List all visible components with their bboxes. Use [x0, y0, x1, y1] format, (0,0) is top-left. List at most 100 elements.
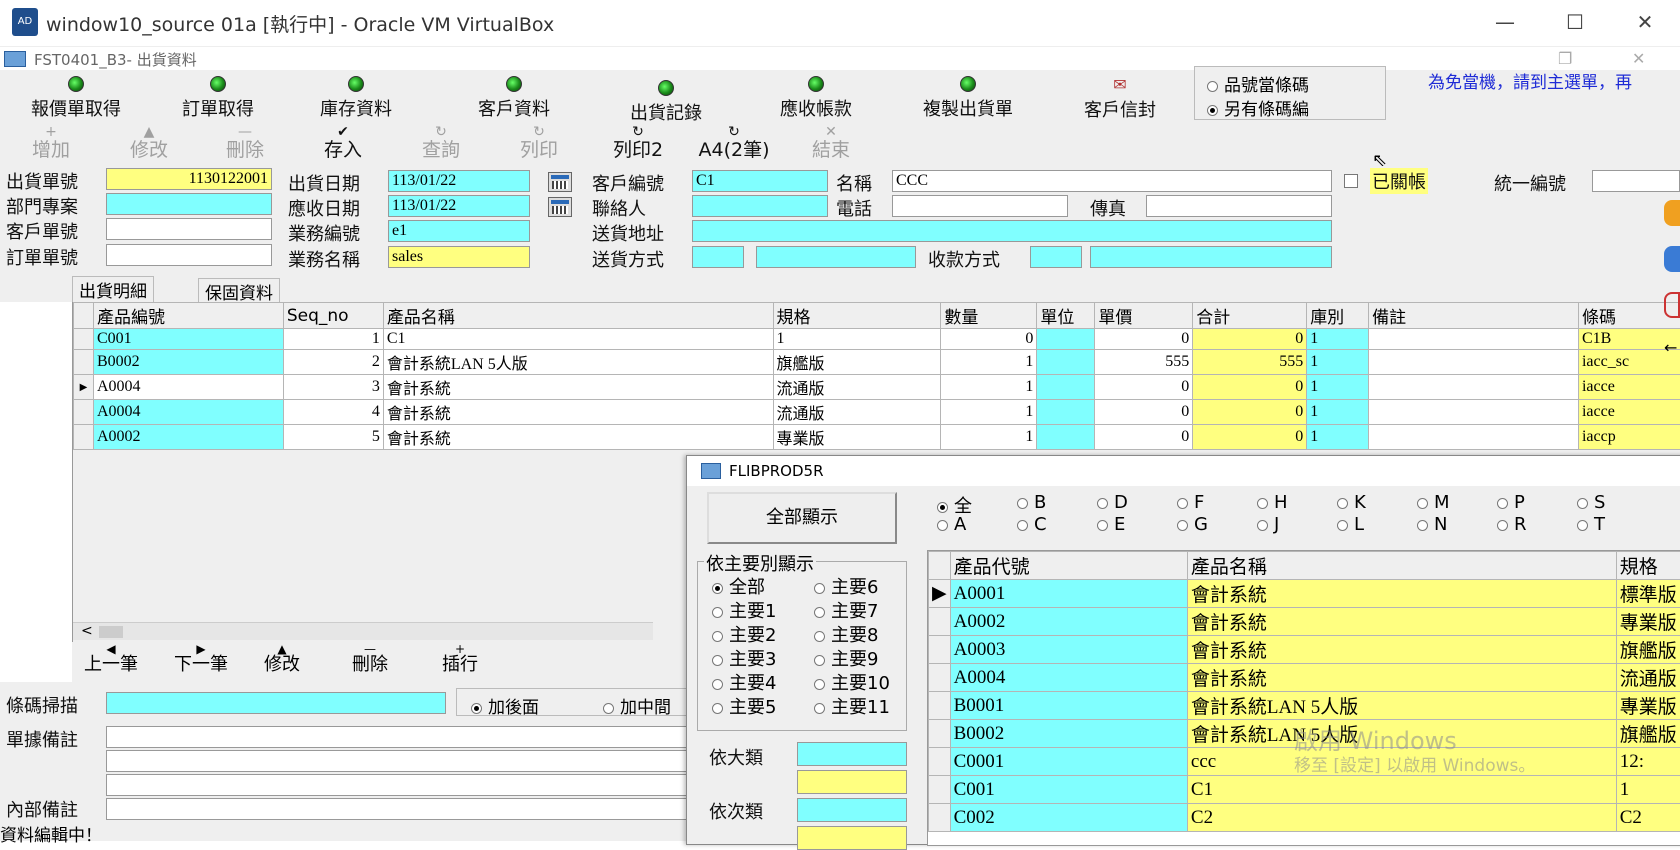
main-option-1[interactable]: 主要1: [712, 600, 776, 624]
name-field[interactable]: CCC: [892, 170, 1332, 192]
customer-envelope-button[interactable]: ✉客戶信封: [1070, 74, 1170, 120]
letter-option[interactable]: D: [1097, 492, 1128, 513]
current-row-icon[interactable]: ▶: [929, 580, 951, 608]
table-cell[interactable]: A0003: [950, 636, 1187, 664]
phone-field[interactable]: [892, 195, 1068, 217]
col-header[interactable]: 合計: [1193, 303, 1307, 329]
list-item[interactable]: A0003會計系統旗艦版: [929, 636, 1680, 664]
table-cell[interactable]: C2: [1616, 804, 1680, 832]
table-row[interactable]: ▶A00043會計系統流通版1001iacce: [74, 375, 1680, 400]
letter-option[interactable]: S: [1577, 492, 1605, 513]
add-button[interactable]: +增加: [26, 124, 76, 160]
edit-button[interactable]: ▲修改: [122, 124, 176, 160]
stock-data-button[interactable]: 庫存資料: [306, 74, 406, 120]
table-cell[interactable]: 2: [283, 350, 383, 375]
table-cell[interactable]: 會計系統: [383, 400, 773, 425]
letter-option[interactable]: K: [1337, 492, 1366, 513]
doc-note-field-2[interactable]: [106, 750, 700, 772]
table-cell[interactable]: 1: [1307, 375, 1369, 400]
edit-row-button[interactable]: ▲修改: [256, 642, 308, 674]
table-cell[interactable]: A0001: [950, 580, 1187, 608]
order-no-field[interactable]: [106, 244, 272, 266]
minimize-icon[interactable]: —: [1480, 6, 1530, 38]
dept-field[interactable]: [106, 193, 272, 215]
table-cell[interactable]: 旗艦版: [1616, 636, 1680, 664]
table-cell[interactable]: 5: [283, 425, 383, 450]
horizontal-scrollbar[interactable]: <: [73, 622, 653, 640]
table-cell[interactable]: B0002: [93, 350, 283, 375]
scroll-thumb[interactable]: [99, 626, 123, 638]
main-option-9[interactable]: 主要9: [814, 648, 906, 672]
copy-shipment-button[interactable]: 複製出貨單: [908, 74, 1028, 120]
show-all-button[interactable]: 全部顯示: [707, 492, 897, 544]
table-cell[interactable]: B0001: [950, 692, 1187, 720]
table-cell[interactable]: iaccp: [1578, 425, 1680, 450]
table-cell[interactable]: [1369, 375, 1579, 400]
user-icon[interactable]: [1664, 246, 1680, 272]
letter-option[interactable]: N: [1417, 514, 1447, 535]
internal-note-field[interactable]: [106, 798, 700, 820]
table-cell[interactable]: A0004: [950, 664, 1187, 692]
table-cell[interactable]: [1037, 329, 1095, 350]
col-header[interactable]: 規格: [773, 303, 941, 329]
table-cell[interactable]: 1: [941, 400, 1037, 425]
big-category-field[interactable]: [797, 742, 907, 766]
main-option-11[interactable]: 主要11: [814, 696, 906, 720]
insert-row-button[interactable]: +插行: [434, 642, 486, 674]
letter-option[interactable]: R: [1497, 514, 1527, 535]
table-cell[interactable]: C002: [950, 804, 1187, 832]
main-option-8[interactable]: 主要8: [814, 624, 906, 648]
quote-fetch-button[interactable]: 報價單取得: [16, 74, 136, 120]
list-item[interactable]: C001C11: [929, 776, 1680, 804]
letter-option[interactable]: M: [1417, 492, 1450, 513]
pay-method-code-field[interactable]: [1030, 246, 1082, 268]
main-option-2[interactable]: 主要2: [712, 624, 776, 648]
table-cell[interactable]: [1037, 400, 1095, 425]
list-item[interactable]: A0004會計系統流通版: [929, 664, 1680, 692]
main-option-all[interactable]: 全部: [712, 576, 776, 600]
col-header[interactable]: 產品編號: [93, 303, 283, 329]
table-cell[interactable]: 1: [1616, 776, 1680, 804]
query-button[interactable]: ↻查詢: [414, 124, 468, 160]
row-indicator[interactable]: [929, 608, 951, 636]
table-cell[interactable]: 0: [1193, 375, 1307, 400]
table-cell[interactable]: 0: [1095, 375, 1193, 400]
table-cell[interactable]: 流通版: [773, 400, 941, 425]
table-cell[interactable]: 會計系統LAN 5人版: [383, 350, 773, 375]
pay-method-name-field[interactable]: [1090, 246, 1332, 268]
table-cell[interactable]: 1: [941, 350, 1037, 375]
row-indicator[interactable]: [929, 804, 951, 832]
table-cell[interactable]: 會計系統: [1187, 636, 1616, 664]
table-cell[interactable]: A0002: [93, 425, 283, 450]
table-cell[interactable]: 0: [941, 329, 1037, 350]
list-item[interactable]: A0002會計系統專業版: [929, 608, 1680, 636]
table-cell[interactable]: 專業版: [1616, 608, 1680, 636]
main-option-3[interactable]: 主要3: [712, 648, 776, 672]
row-indicator[interactable]: [929, 664, 951, 692]
shipping-record-button[interactable]: 出貨記錄: [616, 78, 716, 124]
barcode-option-separate[interactable]: 另有條碼編: [1207, 95, 1309, 120]
record-icon[interactable]: [1664, 292, 1680, 318]
table-cell[interactable]: [1037, 350, 1095, 375]
cust-no-field[interactable]: C1: [692, 170, 828, 192]
contact-field[interactable]: [692, 195, 828, 217]
row-indicator[interactable]: [74, 400, 94, 425]
table-cell[interactable]: 0: [1095, 329, 1193, 350]
table-cell[interactable]: [1369, 329, 1579, 350]
table-cell[interactable]: 會計系統: [1187, 608, 1616, 636]
big-category-name-field[interactable]: [797, 770, 907, 794]
table-cell[interactable]: 會計系統: [383, 375, 773, 400]
calendar-icon[interactable]: [548, 197, 572, 217]
prev-record-button[interactable]: ◀上一筆: [76, 642, 146, 674]
table-cell[interactable]: A0002: [950, 608, 1187, 636]
main-option-6[interactable]: 主要6: [814, 576, 906, 600]
ship-method-code-field[interactable]: [692, 246, 744, 268]
col-header[interactable]: 產品名稱: [1187, 552, 1616, 580]
col-header[interactable]: 庫別: [1307, 303, 1369, 329]
table-cell[interactable]: 標準版: [1616, 580, 1680, 608]
order-fetch-button[interactable]: 訂單取得: [168, 74, 268, 120]
letter-option[interactable]: A: [937, 514, 966, 535]
table-cell[interactable]: [1037, 375, 1095, 400]
table-cell[interactable]: 12:: [1616, 748, 1680, 776]
table-cell[interactable]: 會計系統: [1187, 580, 1616, 608]
